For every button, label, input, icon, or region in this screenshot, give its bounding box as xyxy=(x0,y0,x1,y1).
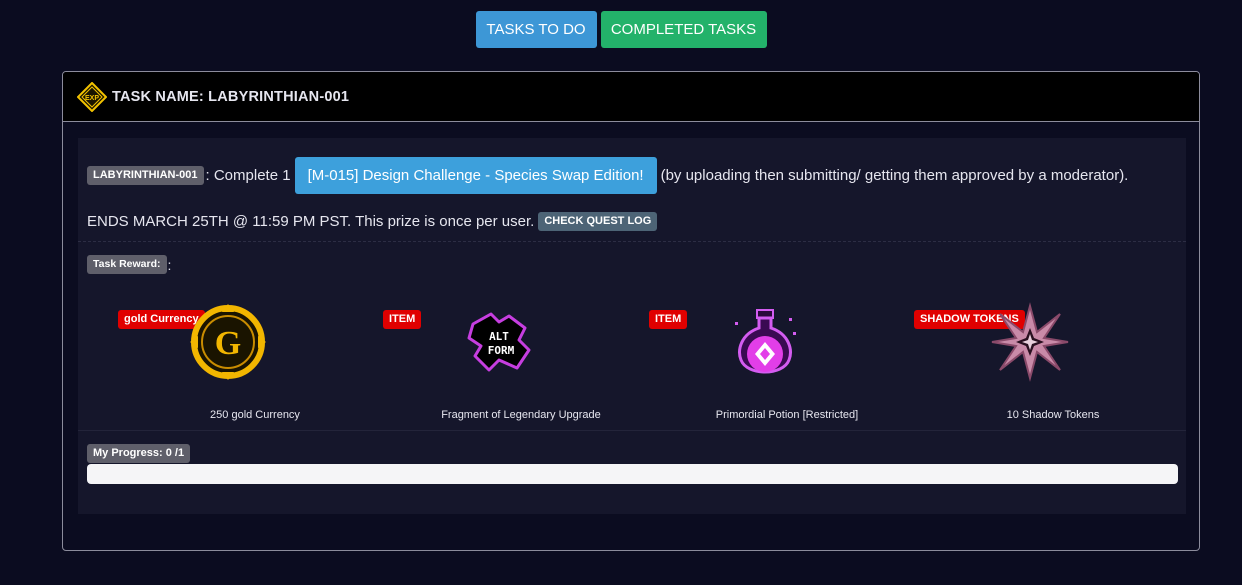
gold-coin-icon: G xyxy=(190,304,266,380)
progress-bar xyxy=(87,464,1178,484)
progress-label: My Progress: 0 /1 xyxy=(87,444,191,463)
reward-item: ITEM Primordial Potion [Restricted] xyxy=(632,296,898,426)
exp-diamond-icon: EXP xyxy=(77,81,107,112)
reward-item: SHADOW TOKENS 10 Shadow Tokens xyxy=(898,296,1164,426)
task-body: LABYRINTHIAN-001 : Complete 1 [M-015] De… xyxy=(78,138,1186,514)
tasks-to-do-tab[interactable]: TASKS TO DO xyxy=(475,11,597,48)
reward-name: 250 gold Currency xyxy=(210,409,300,421)
quest-link-button[interactable]: [M-015] Design Challenge - Species Swap … xyxy=(294,157,657,194)
potion-icon xyxy=(735,309,796,374)
task-reward-badge: Task Reward: xyxy=(87,255,167,274)
reward-tag: ITEM xyxy=(383,310,422,329)
task-reward-colon: : xyxy=(167,256,172,273)
reward-item: gold Currency G 250 gold Currency xyxy=(100,296,366,426)
reward-tag: ITEM xyxy=(649,310,688,329)
reward-name: Primordial Potion [Restricted] xyxy=(715,409,859,421)
exp-icon-text: EXP xyxy=(85,95,99,102)
reward-item: ITEM ALT FORM Fragment of Legendary Upgr… xyxy=(366,296,632,426)
reward-name: Fragment of Legendary Upgrade xyxy=(441,409,601,421)
description-prefix: : Complete 1 xyxy=(205,167,291,184)
description-suffix: (by uploading then submitting/ getting t… xyxy=(660,167,1129,184)
task-description-section: LABYRINTHIAN-001 : Complete 1 [M-015] De… xyxy=(78,138,1186,242)
completed-tasks-tab[interactable]: COMPLETED TASKS xyxy=(600,11,767,48)
alt-form-puzzle-icon: ALT FORM xyxy=(467,312,531,372)
svg-text:G: G xyxy=(215,325,241,362)
task-ends-line: ENDS MARCH 25TH @ 11:59 PM PST. This pri… xyxy=(87,212,658,231)
puzzle-text-1: ALT xyxy=(489,330,509,343)
rewards-row: gold Currency G 250 gold Currency ITEM A… xyxy=(78,296,1186,426)
task-reward-label-row: Task Reward: : xyxy=(87,255,171,274)
puzzle-text-2: FORM xyxy=(488,344,515,357)
task-id-badge: LABYRINTHIAN-001 xyxy=(87,166,204,185)
ends-text: ENDS MARCH 25TH @ 11:59 PM PST. This pri… xyxy=(87,213,535,230)
task-description-line: LABYRINTHIAN-001 : Complete 1 [M-015] De… xyxy=(87,157,1128,194)
task-card: EXP TASK NAME: LABYRINTHIAN-001 LABYRINT… xyxy=(62,71,1200,551)
progress-section: My Progress: 0 /1 xyxy=(78,430,1186,515)
check-quest-log-button[interactable]: CHECK QUEST LOG xyxy=(538,212,658,231)
reward-name: 10 Shadow Tokens xyxy=(1006,409,1100,421)
task-tabs: TASKS TO DO COMPLETED TASKS xyxy=(0,11,1242,48)
shadow-star-icon xyxy=(991,302,1069,382)
task-title: TASK NAME: LABYRINTHIAN-001 xyxy=(112,88,350,105)
task-card-header: EXP TASK NAME: LABYRINTHIAN-001 xyxy=(63,72,1199,122)
